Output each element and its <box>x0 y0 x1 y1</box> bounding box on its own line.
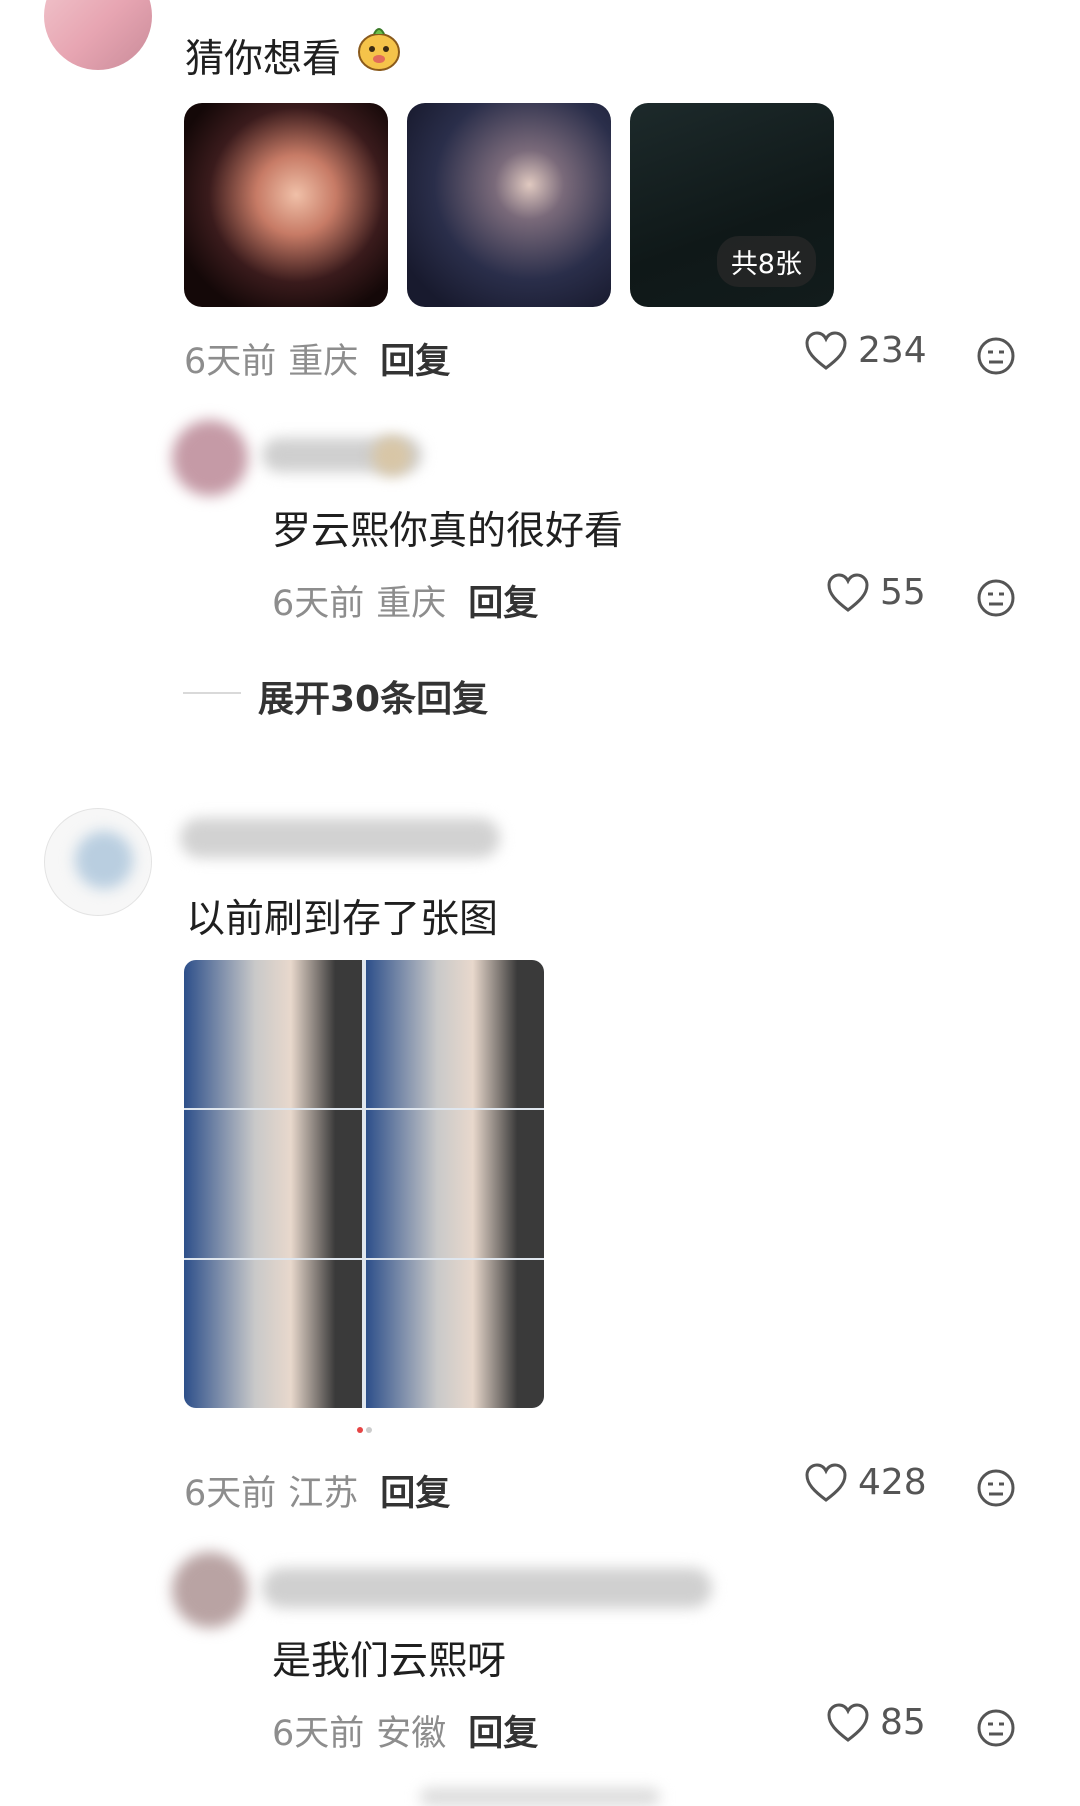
user-badge <box>372 436 412 476</box>
like-count: 428 <box>858 1462 927 1503</box>
avatar[interactable] <box>172 1552 248 1628</box>
comment-meta: 6天前 重庆 回复 <box>184 342 451 382</box>
heart-icon <box>805 330 847 370</box>
grid-image-cell <box>366 1110 544 1258</box>
dislike-face-icon[interactable] <box>976 578 1016 622</box>
username-blurred <box>262 1568 712 1608</box>
avatar[interactable] <box>44 808 152 916</box>
divider-line <box>183 692 241 694</box>
heart-icon <box>827 1702 869 1742</box>
avatar[interactable] <box>172 420 248 496</box>
grid-image-cell <box>184 1260 362 1408</box>
grid-image-cell <box>366 1260 544 1408</box>
avatar[interactable] <box>44 0 152 70</box>
page-indicator-dot <box>357 1427 363 1433</box>
dislike-face-icon[interactable] <box>976 336 1016 380</box>
like-count: 55 <box>880 572 926 613</box>
like-button[interactable]: 55 <box>826 572 926 613</box>
like-button[interactable]: 234 <box>804 330 927 371</box>
reply-button[interactable]: 回复 <box>468 584 538 624</box>
like-button[interactable]: 85 <box>826 1702 926 1743</box>
photo-count-badge: 共8张 <box>716 236 816 287</box>
comment-image[interactable] <box>184 103 388 307</box>
comment-image[interactable]: 共8张 <box>630 103 834 307</box>
like-count: 234 <box>858 330 927 371</box>
comment-meta: 6天前 重庆 回复 <box>272 584 539 624</box>
reply-button[interactable]: 回复 <box>468 1714 538 1754</box>
comment-text: 以前刷到存了张图 <box>186 897 499 942</box>
like-button[interactable]: 428 <box>804 1462 927 1503</box>
comment-meta: 6天前 江苏 回复 <box>184 1474 451 1514</box>
like-count: 85 <box>880 1702 926 1743</box>
page-indicator-dot <box>366 1427 372 1433</box>
reply-button[interactable]: 回复 <box>380 1474 450 1514</box>
comment-text: 是我们云熙呀 <box>272 1639 507 1684</box>
username-blurred <box>180 818 500 858</box>
comment-image[interactable] <box>184 960 544 1408</box>
comment-image[interactable] <box>407 103 611 307</box>
heart-icon <box>805 1462 847 1502</box>
dislike-face-icon[interactable] <box>976 1468 1016 1512</box>
comment-meta: 6天前 安徽 回复 <box>272 1714 539 1754</box>
dislike-face-icon[interactable] <box>976 1708 1016 1752</box>
grid-image-cell <box>366 960 544 1108</box>
comment-text: 猜你想看 <box>185 37 342 82</box>
grid-image-cell <box>184 960 362 1108</box>
face-sticker-icon <box>356 26 402 72</box>
comment-text: 罗云熙你真的很好看 <box>272 509 624 554</box>
reply-button[interactable]: 回复 <box>380 342 450 382</box>
heart-icon <box>827 572 869 612</box>
watermark-blurred <box>420 1788 660 1806</box>
expand-replies-button[interactable]: 展开30条回复 <box>258 670 488 722</box>
grid-image-cell <box>184 1110 362 1258</box>
